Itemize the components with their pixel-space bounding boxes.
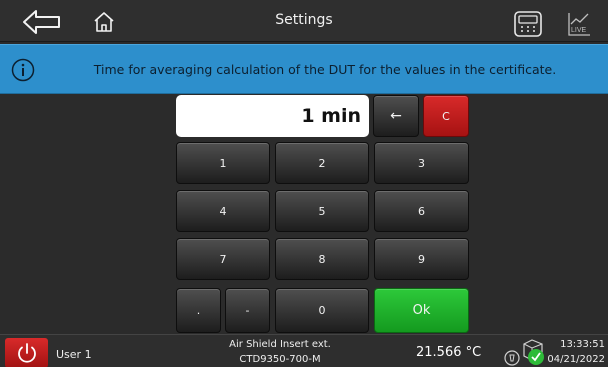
top-bar: Settings LIVE — [0, 0, 608, 42]
power-icon[interactable] — [5, 338, 48, 367]
ok-button[interactable]: Ok — [374, 288, 469, 333]
datetime: 13:33:51 04/21/2022 — [547, 337, 605, 367]
probe-name: Air Shield Insert ext. — [229, 339, 331, 350]
clock-date: 04/21/2022 — [547, 354, 605, 365]
info-banner: Time for averaging calculation of the DU… — [0, 44, 608, 94]
live-chart-icon[interactable]: LIVE — [566, 10, 592, 38]
status-bar: User 1 Air Shield Insert ext. CTD9350-70… — [0, 334, 608, 367]
key-1[interactable]: 1 — [176, 142, 270, 184]
backspace-button[interactable]: ← — [373, 95, 419, 137]
temperature-readout: 21.566 °C — [416, 345, 482, 360]
calculator-icon[interactable] — [513, 10, 543, 38]
key-0[interactable]: 0 — [275, 288, 369, 333]
user-label: User 1 — [56, 348, 92, 361]
connection-status-icon[interactable] — [502, 336, 552, 367]
value-display[interactable]: 1 min — [176, 95, 369, 137]
keypad-area: 1 min ← C 1 2 3 4 5 6 7 8 9 . - 0 Ok — [0, 95, 608, 334]
clear-button[interactable]: C — [423, 95, 469, 137]
key-9[interactable]: 9 — [374, 238, 469, 280]
key-8[interactable]: 8 — [275, 238, 369, 280]
clock-time: 13:33:51 — [560, 339, 605, 350]
key-minus[interactable]: - — [225, 288, 270, 333]
key-4[interactable]: 4 — [176, 190, 270, 232]
key-3[interactable]: 3 — [374, 142, 469, 184]
key-dot[interactable]: . — [176, 288, 221, 333]
probe-model: CTD9350-700-M — [239, 354, 321, 365]
probe-info: Air Shield Insert ext. CTD9350-700-M — [210, 337, 350, 367]
key-6[interactable]: 6 — [374, 190, 469, 232]
live-label: LIVE — [571, 27, 587, 34]
key-5[interactable]: 5 — [275, 190, 369, 232]
key-2[interactable]: 2 — [275, 142, 369, 184]
key-7[interactable]: 7 — [176, 238, 270, 280]
info-icon — [11, 58, 35, 82]
info-message: Time for averaging calculation of the DU… — [93, 62, 557, 77]
